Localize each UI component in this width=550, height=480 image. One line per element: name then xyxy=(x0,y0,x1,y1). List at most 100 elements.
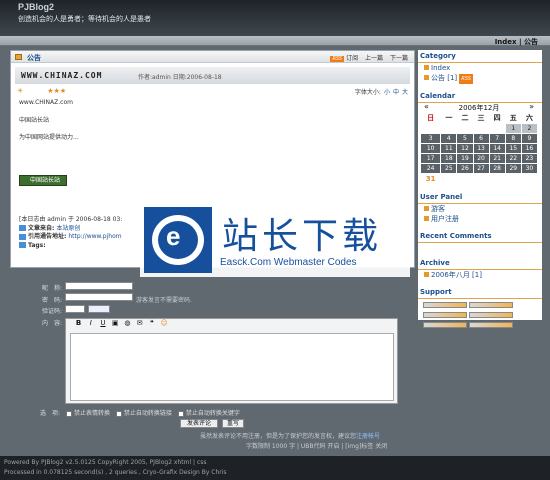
italic-button[interactable]: I xyxy=(86,319,95,327)
calendar-day[interactable]: 10 xyxy=(421,144,441,153)
site-title[interactable]: PJBlog2 xyxy=(18,2,54,12)
calendar-day[interactable]: 7 xyxy=(489,134,505,143)
calendar-day[interactable]: 27 xyxy=(473,164,489,173)
recent-comments-heading: Recent Comments xyxy=(418,230,542,243)
weekday-header: 六 xyxy=(525,114,533,122)
calendar-day[interactable]: 9 xyxy=(521,134,537,143)
calendar-day[interactable]: 22 xyxy=(505,154,521,163)
register-tip: 虽然发表评论不用注册，但是为了保护您的发言权，建议您注册帐号 xyxy=(200,433,381,440)
prev-post-link[interactable]: 上一篇 xyxy=(365,55,383,62)
register-link[interactable]: 注册帐号 xyxy=(356,433,380,440)
calendar-day[interactable]: 16 xyxy=(521,144,537,153)
link-icon[interactable]: ◍ xyxy=(123,319,132,327)
calendar-day[interactable]: 20 xyxy=(473,154,489,163)
name-input[interactable] xyxy=(65,282,133,290)
calendar-day[interactable]: 21 xyxy=(489,154,505,163)
next-post-link[interactable]: 下一篇 xyxy=(390,55,408,62)
prev-month-button[interactable]: « xyxy=(424,102,429,111)
source-icon xyxy=(19,225,26,231)
calendar-day[interactable]: 23 xyxy=(521,154,537,163)
calendar-day[interactable]: 3 xyxy=(421,134,441,143)
weekday-header: 三 xyxy=(477,114,485,122)
calendar-day[interactable]: 30 xyxy=(521,164,537,173)
archive-item[interactable]: 2006年八月 [1] xyxy=(418,270,542,280)
powered-by-line: Powered By PJBlog2 v2.5.0125 CopyRight 2… xyxy=(4,459,207,466)
option-no-keyword-checkbox[interactable] xyxy=(177,410,184,417)
calendar-day[interactable]: 26 xyxy=(457,164,473,173)
w3c-xhtml-badge[interactable] xyxy=(423,302,467,308)
source-label: 文章来自: xyxy=(28,224,55,232)
watermark-cn-text: 站长下载 xyxy=(222,216,383,257)
underline-button[interactable]: U xyxy=(98,319,107,327)
user-item-guest: 游客 xyxy=(418,204,542,214)
chinaz-badge[interactable]: 中国站长站 xyxy=(19,175,67,186)
calendar-day[interactable]: 19 xyxy=(457,154,473,163)
folder-icon xyxy=(424,272,429,277)
site-slogan: 创造机会的人是勇者；等待机会的人是愚者 xyxy=(18,15,151,23)
calendar-day[interactable]: 6 xyxy=(473,134,489,143)
register-icon xyxy=(424,216,429,221)
calendar-day[interactable]: 8 xyxy=(505,134,521,143)
calendar-day[interactable]: 24 xyxy=(421,164,441,173)
quote-icon[interactable]: ❝ xyxy=(147,319,156,327)
calendar-empty xyxy=(441,174,457,183)
comment-textarea[interactable] xyxy=(70,333,394,401)
image-icon[interactable]: ▣ xyxy=(111,319,120,327)
trackback-row: 引用通告地址: http://www.pjhom xyxy=(19,233,122,242)
next-month-button[interactable]: » xyxy=(529,102,534,111)
atom-badge[interactable] xyxy=(469,312,513,318)
weekday-header: 一 xyxy=(445,114,453,122)
rss-icon[interactable]: RSS xyxy=(459,74,474,84)
font-size-medium[interactable]: 中 xyxy=(393,89,399,96)
font-size-large[interactable]: 大 xyxy=(402,89,408,96)
nav-bar: Index | 公告 xyxy=(0,36,550,46)
calendar-day[interactable]: 18 xyxy=(441,154,457,163)
tag-icon xyxy=(19,242,26,248)
submit-button[interactable]: 发表评论 xyxy=(180,419,218,428)
calendar-day[interactable]: 4 xyxy=(441,134,457,143)
weekday-header: 二 xyxy=(461,114,469,122)
post-footer-line: [本日志由 admin 于 2006-08-18 03: xyxy=(19,216,123,223)
trackback-url[interactable]: http://www.pjhom xyxy=(68,233,121,240)
pjblog-badge[interactable] xyxy=(469,322,513,328)
calendar-day[interactable]: 15 xyxy=(505,144,521,153)
email-icon[interactable]: ✉ xyxy=(135,319,144,327)
tags-row: Tags: xyxy=(19,242,122,251)
w3c-css-badge[interactable] xyxy=(469,302,513,308)
article-title[interactable]: WWW.CHINAZ.COM xyxy=(21,71,102,80)
calendar-day[interactable]: 11 xyxy=(441,144,457,153)
archive-heading: Archive xyxy=(418,257,542,270)
reset-button[interactable]: 重写 xyxy=(222,419,244,428)
calendar-day[interactable]: 29 xyxy=(505,164,521,173)
font-size-small[interactable]: 小 xyxy=(384,89,390,96)
calendar-day[interactable]: 31 xyxy=(421,174,441,183)
category-item-index[interactable]: Index xyxy=(418,63,542,73)
category-item-notice[interactable]: 公告 [1] RSS xyxy=(418,73,542,84)
post-line-2: 中国站长站 xyxy=(19,117,50,124)
calendar-day[interactable]: 2 xyxy=(521,124,537,133)
option-no-autolink-checkbox[interactable] xyxy=(115,410,122,417)
calendar-day[interactable]: 28 xyxy=(489,164,505,173)
calendar-day[interactable]: 1 xyxy=(505,124,521,133)
calendar-day[interactable]: 25 xyxy=(441,164,457,173)
source-link[interactable]: 本站原创 xyxy=(56,225,80,232)
verify-input[interactable] xyxy=(65,305,85,313)
calendar-day[interactable]: 17 xyxy=(421,154,441,163)
calendar-day[interactable]: 5 xyxy=(457,134,473,143)
calendar-day[interactable]: 13 xyxy=(473,144,489,153)
subscribe-link[interactable]: RSS 订阅 xyxy=(330,55,358,62)
option-no-emoticons-checkbox[interactable] xyxy=(65,410,72,417)
smiley-icon[interactable]: ☺ xyxy=(160,319,169,327)
rss-badge[interactable] xyxy=(423,312,467,318)
calendar-day[interactable]: 12 xyxy=(457,144,473,153)
password-input[interactable] xyxy=(65,293,133,301)
calendar-day[interactable]: 14 xyxy=(489,144,505,153)
font-size-label: 字体大小: xyxy=(354,89,381,96)
captcha-image xyxy=(88,305,110,313)
comment-limits: 字数限制 1000 字 | UBB代码 开启 | [img]标签 关闭 xyxy=(246,443,388,450)
user-item-register[interactable]: 用户注册 xyxy=(418,214,542,224)
post-category[interactable]: 公告 xyxy=(27,53,41,63)
processed-line: Processed in 0.078125 second(s) , 2 quer… xyxy=(4,469,227,476)
bold-button[interactable]: B xyxy=(74,319,83,327)
firefox-badge[interactable] xyxy=(423,322,467,328)
